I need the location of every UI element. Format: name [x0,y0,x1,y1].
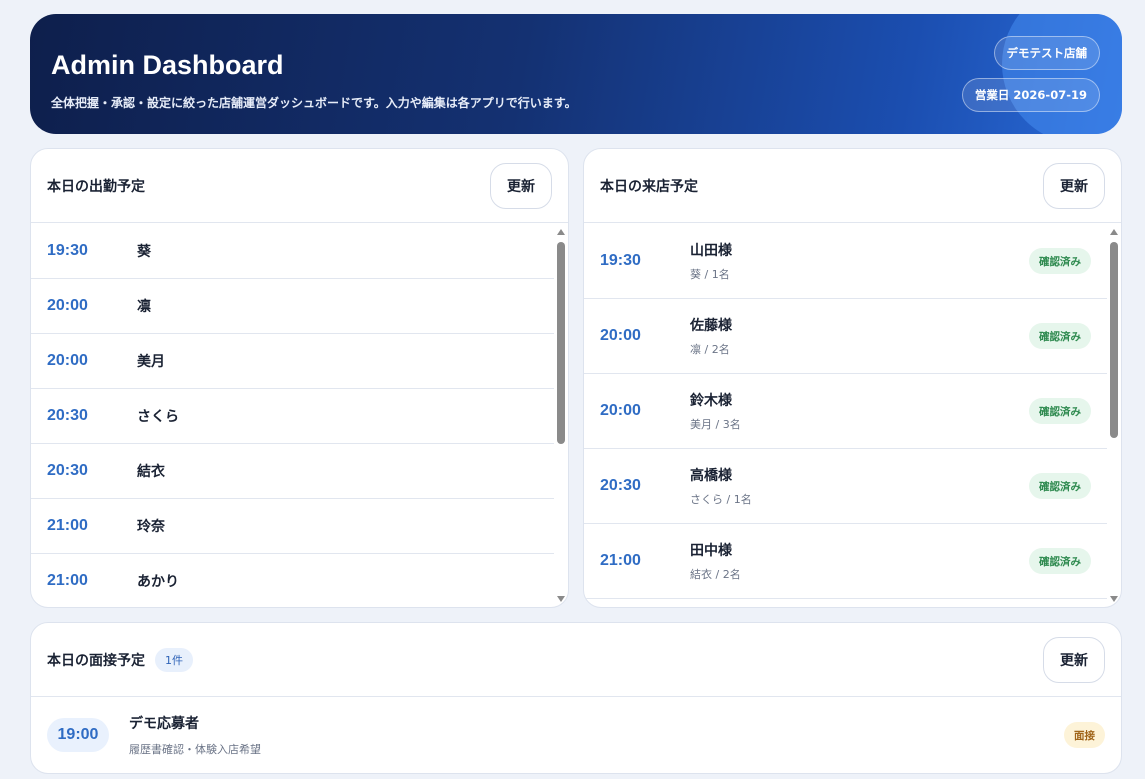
visit-refresh-button[interactable]: 更新 [1043,162,1105,209]
visit-card-title: 本日の来店予定 [600,178,698,195]
visit-customer: 鈴木様 [690,393,732,409]
interview-time: 19:00 [47,718,109,752]
interview-count-badge: 1件 [155,647,193,672]
shift-row: 20:30 さくら [31,389,554,444]
shift-name: 凛 [137,299,151,315]
header-glow [1002,14,1122,134]
store-badge: デモテスト店舗 [993,36,1100,70]
visit-row: 19:30 山田様葵 / 1名 確認済み [584,224,1107,299]
interview-detail: 履歴書確認・体験入店希望 [129,743,261,756]
scroll-down-arrow-icon[interactable] [1110,596,1118,602]
page-title: Admin Dashboard [51,50,284,80]
visit-schedule-card: 本日の来店予定 更新 19:30 山田様葵 / 1名 確認済み 20:00 佐藤… [583,148,1122,608]
visit-customer: 佐藤様 [690,318,732,334]
shift-time: 21:00 [47,572,88,589]
visit-row: 20:00 佐藤様凛 / 2名 確認済み [584,299,1107,374]
shift-list[interactable]: 19:30 葵 20:00 凛 20:00 美月 20:30 さくら 20:30 結衣 2… [31,224,568,607]
shift-time: 20:30 [47,462,88,479]
visit-detail: 美月 / 3名 [690,418,741,431]
shift-name: 玲奈 [137,519,165,535]
shift-name: 葵 [137,244,151,260]
scrollbar-thumb[interactable] [557,242,565,444]
status-badge: 確認済み [1029,323,1091,349]
shift-name: 結衣 [137,464,165,480]
interview-refresh-button[interactable]: 更新 [1043,636,1105,683]
status-badge: 確認済み [1029,248,1091,274]
shift-time: 19:30 [47,242,88,259]
visit-time: 20:00 [600,327,641,344]
visit-card-header: 本日の来店予定 更新 [584,149,1121,223]
shift-name: さくら [137,409,179,425]
shift-time: 20:00 [47,297,88,314]
shift-row: 20:00 美月 [31,334,554,389]
visit-customer: 山田様 [690,243,732,259]
status-badge: 確認済み [1029,398,1091,424]
shift-schedule-card: 本日の出勤予定 更新 19:30 葵 20:00 凛 20:00 美月 20:30 さく… [30,148,569,608]
visit-time: 20:00 [600,402,641,419]
page-subtitle: 全体把握・承認・設定に絞った店舗運営ダッシュボードです。入力や編集は各アプリで行… [51,96,577,110]
shift-name: あかり [137,574,179,590]
shift-scrollbar[interactable] [554,224,568,607]
scroll-down-arrow-icon[interactable] [557,596,565,602]
interview-card-title: 本日の面接予定 [47,652,145,669]
scroll-up-arrow-icon[interactable] [557,229,565,235]
business-day-badge: 営業日 2026-07-19 [961,78,1100,112]
scroll-up-arrow-icon[interactable] [1110,229,1118,235]
visit-detail: 結衣 / 2名 [690,568,741,581]
shift-row: 21:00 あかり [31,554,554,607]
visit-detail: 凛 / 2名 [690,343,730,356]
shift-row: 20:00 凛 [31,279,554,334]
status-badge: 確認済み [1029,548,1091,574]
shift-refresh-button[interactable]: 更新 [490,162,552,209]
visit-time: 20:30 [600,477,641,494]
visit-time: 19:30 [600,252,641,269]
shift-time: 21:00 [47,517,88,534]
scrollbar-thumb[interactable] [1110,242,1118,438]
shift-time: 20:00 [47,352,88,369]
visit-customer: 高橋様 [690,468,732,484]
shift-time: 20:30 [47,407,88,424]
shift-row: 19:30 葵 [31,224,554,279]
visit-row: 20:30 高橋様さくら / 1名 確認済み [584,449,1107,524]
shift-name: 美月 [137,354,165,370]
visit-scrollbar[interactable] [1107,224,1121,607]
interview-card-header: 本日の面接予定 1件 更新 [31,623,1121,697]
visit-time: 21:00 [600,552,641,569]
interview-schedule-card: 本日の面接予定 1件 更新 19:00 デモ応募者 履歴書確認・体験入店希望 面… [30,622,1122,774]
status-badge: 確認済み [1029,473,1091,499]
shift-card-header: 本日の出勤予定 更新 [31,149,568,223]
shift-row: 20:30 結衣 [31,444,554,499]
visit-list[interactable]: 19:30 山田様葵 / 1名 確認済み 20:00 佐藤様凛 / 2名 確認済… [584,224,1121,607]
shift-card-title: 本日の出勤予定 [47,178,145,195]
applicant-name: デモ応募者 [129,716,199,732]
visit-detail: さくら / 1名 [690,493,752,506]
dashboard-header: Admin Dashboard 全体把握・承認・設定に絞った店舗運営ダッシュボー… [30,14,1122,134]
visit-row: 21:00 田中様結衣 / 2名 確認済み [584,524,1107,599]
visit-customer: 田中様 [690,543,732,559]
shift-row: 21:00 玲奈 [31,499,554,554]
visit-detail: 葵 / 1名 [690,268,730,281]
visit-row: 20:00 鈴木様美月 / 3名 確認済み [584,374,1107,449]
interview-row: 19:00 デモ応募者 履歴書確認・体験入店希望 面接 [31,697,1121,773]
interview-tag: 面接 [1064,722,1105,748]
